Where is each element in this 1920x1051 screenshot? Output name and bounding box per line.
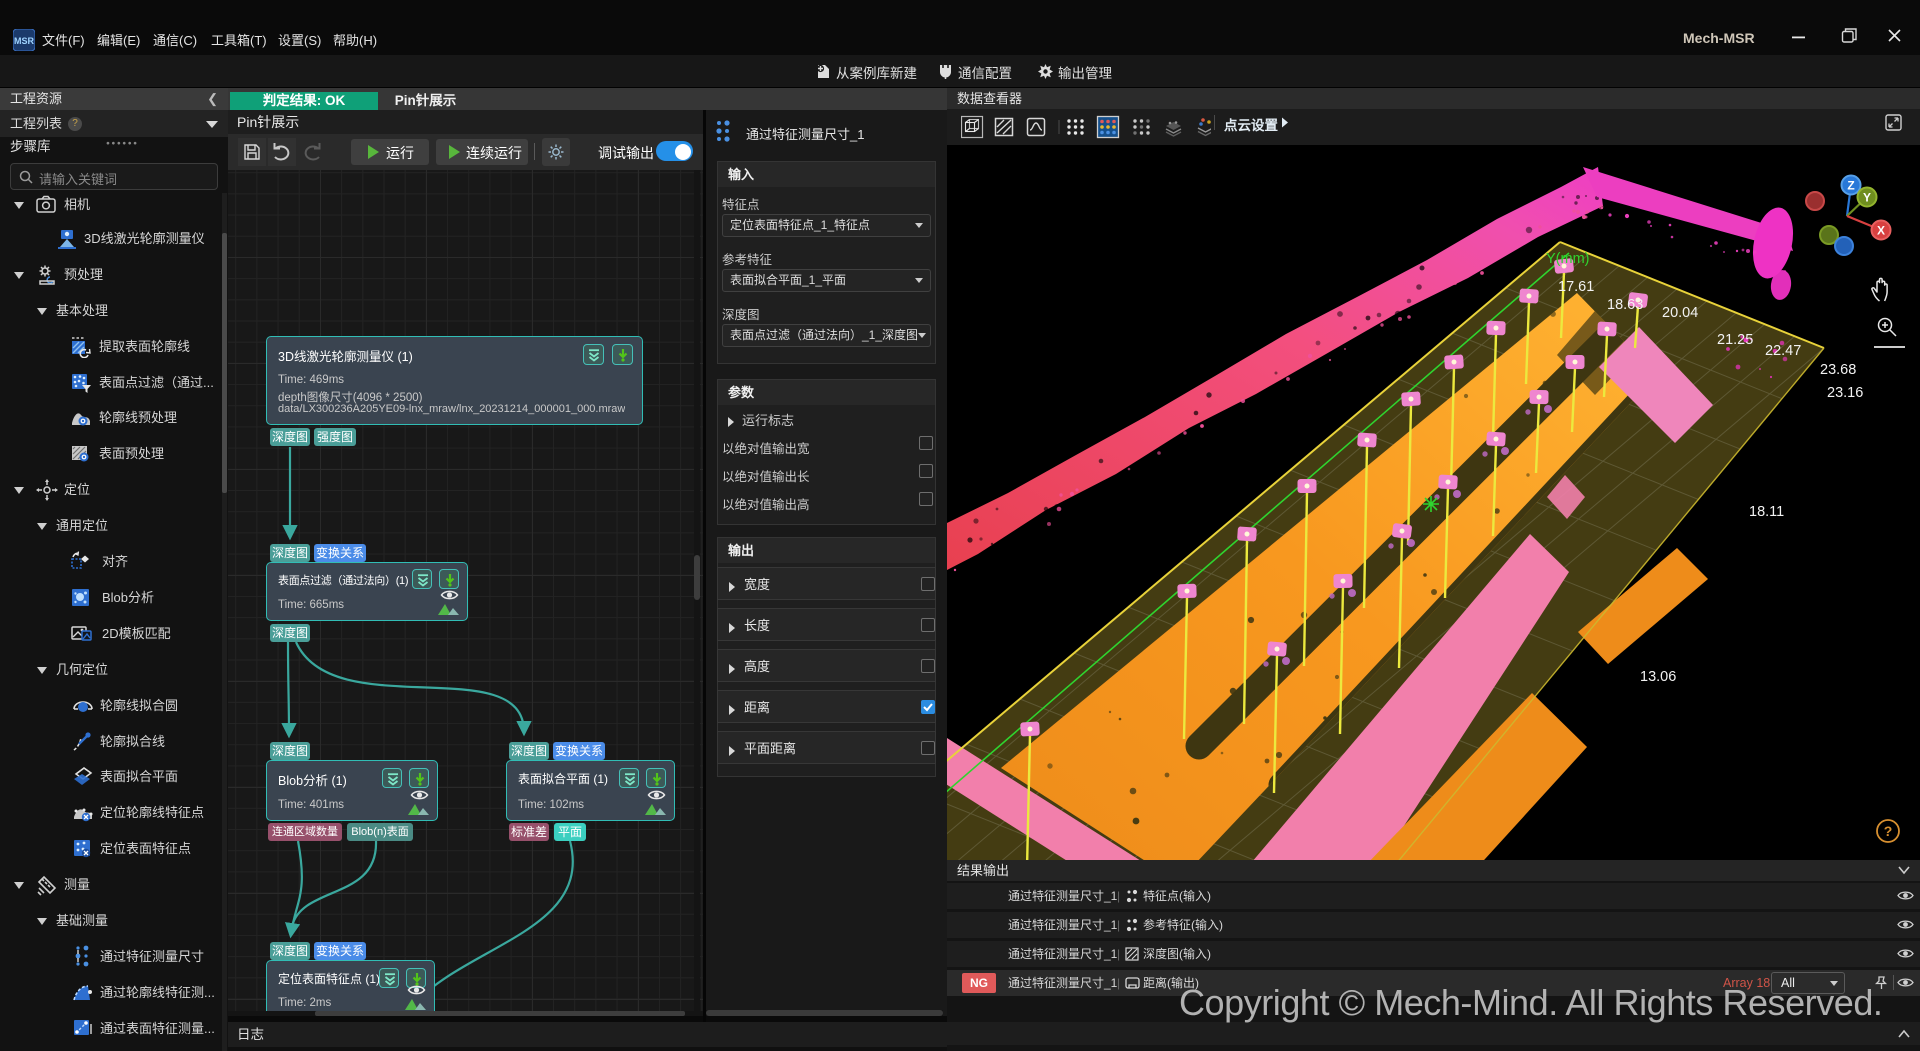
svg-text:17.61: 17.61 <box>1558 279 1594 295</box>
svg-text:20.04: 20.04 <box>1662 305 1698 321</box>
svg-text:Y: Y <box>1863 191 1871 205</box>
svg-text:Y(mm): Y(mm) <box>1546 251 1590 267</box>
svg-text:13.06: 13.06 <box>1640 669 1676 685</box>
svg-text:18.63: 18.63 <box>1607 297 1643 313</box>
svg-text:23.68: 23.68 <box>1820 362 1856 378</box>
svg-text:X: X <box>1877 224 1885 238</box>
svg-text:MSR: MSR <box>14 36 35 46</box>
svg-text:21.25: 21.25 <box>1717 332 1753 348</box>
svg-text:18.11: 18.11 <box>1749 504 1784 520</box>
svg-text:23.16: 23.16 <box>1827 385 1863 401</box>
svg-text:22.47: 22.47 <box>1765 343 1801 359</box>
svg-text:Z: Z <box>1847 179 1854 193</box>
svg-text:?: ? <box>1884 823 1893 839</box>
